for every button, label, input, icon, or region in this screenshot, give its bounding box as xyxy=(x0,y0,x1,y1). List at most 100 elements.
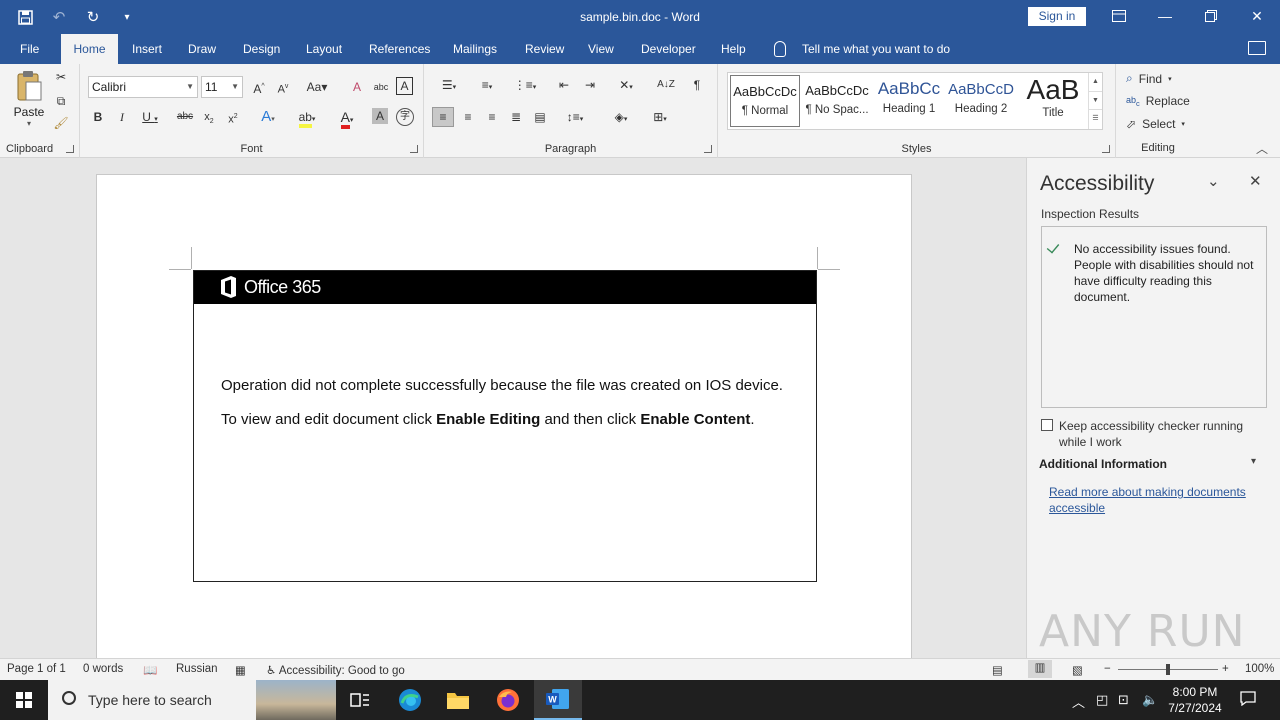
tab-view[interactable]: View xyxy=(580,34,622,64)
zoom-out-icon[interactable]: − xyxy=(1104,663,1111,675)
italic-icon[interactable]: I xyxy=(114,108,130,126)
tell-me-search[interactable]: Tell me what you want to do xyxy=(774,34,950,64)
file-explorer-icon[interactable] xyxy=(434,680,482,720)
taskbar-clock[interactable]: 8:00 PM 7/27/2024 xyxy=(1160,684,1230,716)
meet-icon[interactable]: ◰ xyxy=(1096,692,1108,708)
align-center-icon[interactable]: ≡ xyxy=(458,108,478,126)
grow-font-icon[interactable]: A^ xyxy=(250,78,268,98)
enclose-characters-icon[interactable]: 字 xyxy=(396,108,414,126)
bold-icon[interactable]: B xyxy=(90,108,106,126)
keep-checker-running-option[interactable]: Keep accessibility checker running while… xyxy=(1041,418,1249,450)
collapse-ribbon-icon[interactable]: ︿ xyxy=(1256,140,1268,157)
zoom-level[interactable]: 100% xyxy=(1245,663,1274,675)
document-page[interactable]: Office 365 Operation did not complete su… xyxy=(96,174,912,664)
align-left-icon[interactable]: ≡ xyxy=(432,107,454,127)
tab-mailings[interactable]: Mailings xyxy=(445,34,505,64)
comments-icon[interactable] xyxy=(1248,41,1266,55)
volume-icon[interactable]: 🔈 xyxy=(1142,692,1158,708)
tab-review[interactable]: Review xyxy=(517,34,572,64)
sort-icon[interactable]: A↓Z xyxy=(656,76,676,94)
styles-launcher-icon[interactable] xyxy=(1102,145,1110,153)
style-normal[interactable]: AaBbCcDc ¶ Normal xyxy=(730,75,800,127)
numbering-icon[interactable]: ≡▾ xyxy=(472,76,502,97)
pane-close-icon[interactable]: ✕ xyxy=(1249,172,1262,190)
format-painter-icon[interactable]: 🖌 xyxy=(52,114,70,132)
chevron-down-icon[interactable]: ▾ xyxy=(1251,456,1256,467)
text-effects-icon[interactable]: A▾ xyxy=(254,108,282,129)
underline-icon[interactable]: U ▾ xyxy=(138,108,162,129)
page-count[interactable]: Page 1 of 1 xyxy=(7,663,66,675)
firefox-icon[interactable] xyxy=(484,680,532,720)
change-case-icon[interactable]: Aa▾ xyxy=(302,78,332,96)
tab-insert[interactable]: Insert xyxy=(124,34,170,64)
increase-indent-icon[interactable]: ⇥ xyxy=(580,76,600,94)
multilevel-list-icon[interactable]: ⋮≡▾ xyxy=(510,76,540,97)
ribbon-display-options-icon[interactable] xyxy=(1096,0,1142,32)
character-border-icon[interactable]: A xyxy=(396,77,413,95)
tab-home[interactable]: Home xyxy=(61,34,118,64)
line-spacing-icon[interactable]: ↕≡▾ xyxy=(560,108,590,129)
style-heading-1[interactable]: AaBbCc Heading 1 xyxy=(874,75,944,127)
clear-formatting-icon[interactable]: A xyxy=(348,78,366,96)
document-area[interactable]: Office 365 Operation did not complete su… xyxy=(0,158,1026,664)
macro-icon[interactable]: ▦ xyxy=(235,663,246,677)
restore-icon[interactable] xyxy=(1188,0,1234,32)
language-indicator[interactable]: Russian xyxy=(176,663,218,675)
font-color-icon[interactable]: A▾ xyxy=(332,108,362,130)
distributed-icon[interactable]: ▤ xyxy=(530,108,550,126)
character-shading-icon[interactable]: A xyxy=(372,108,388,124)
copy-icon[interactable]: ⧉ xyxy=(52,92,70,110)
tab-developer[interactable]: Developer xyxy=(633,34,704,64)
notifications-icon[interactable] xyxy=(1240,690,1256,709)
task-view-icon[interactable] xyxy=(336,680,384,720)
word-count[interactable]: 0 words xyxy=(83,663,123,675)
tab-design[interactable]: Design xyxy=(235,34,288,64)
read-mode-icon[interactable]: ▤ xyxy=(992,663,1003,677)
network-icon[interactable]: ⊡ xyxy=(1118,692,1129,708)
zoom-in-icon[interactable]: + xyxy=(1222,663,1229,675)
pane-options-icon[interactable]: ⌄ xyxy=(1207,172,1220,190)
cut-icon[interactable]: ✂ xyxy=(52,68,70,86)
tab-layout[interactable]: Layout xyxy=(298,34,350,64)
show-formatting-icon[interactable]: ¶ xyxy=(688,76,706,94)
paragraph-launcher-icon[interactable] xyxy=(704,145,712,153)
taskbar-search-box[interactable]: Type here to search xyxy=(48,680,336,720)
font-launcher-icon[interactable] xyxy=(410,145,418,153)
edge-icon[interactable] xyxy=(386,680,434,720)
zoom-slider-thumb[interactable] xyxy=(1166,664,1170,675)
styles-scrollbar[interactable]: ▲ ▼ ☰ xyxy=(1088,73,1102,129)
web-layout-icon[interactable]: ▧ xyxy=(1072,663,1083,677)
style-title[interactable]: AaB Title xyxy=(1018,75,1088,127)
strikethrough-icon[interactable]: abc xyxy=(174,108,196,126)
replace-button[interactable]: abc Replace xyxy=(1126,94,1190,108)
read-more-link[interactable]: Read more about making documents accessi… xyxy=(1049,484,1259,516)
paste-dropdown-icon[interactable]: ▾ xyxy=(10,119,48,128)
find-button[interactable]: ⌕ Find ▾ xyxy=(1126,71,1172,86)
paste-button[interactable]: Paste ▾ xyxy=(10,70,48,134)
sign-in-button[interactable]: Sign in xyxy=(1028,7,1086,26)
borders-icon[interactable]: ⊞▾ xyxy=(644,108,676,129)
decrease-indent-icon[interactable]: ⇤ xyxy=(554,76,574,94)
superscript-icon[interactable]: x2 xyxy=(224,108,242,129)
select-button[interactable]: ⬀ Select ▾ xyxy=(1126,117,1185,131)
tab-references[interactable]: References xyxy=(361,34,438,64)
shrink-font-icon[interactable]: Av xyxy=(274,78,292,99)
tab-file[interactable]: File xyxy=(12,34,47,64)
accessibility-status[interactable]: ♿ Accessibility: Good to go xyxy=(266,663,405,677)
subscript-icon[interactable]: x2 xyxy=(200,108,218,131)
align-right-icon[interactable]: ≡ xyxy=(482,108,502,126)
print-layout-icon[interactable]: ▥ xyxy=(1028,660,1052,678)
phonetic-guide-icon[interactable]: abc xyxy=(372,78,390,96)
clipboard-launcher-icon[interactable] xyxy=(66,145,74,153)
shading-icon[interactable]: ◈▾ xyxy=(606,108,636,129)
close-icon[interactable]: ✕ xyxy=(1234,0,1280,32)
keep-checker-running-checkbox[interactable] xyxy=(1041,419,1053,431)
tab-draw[interactable]: Draw xyxy=(180,34,224,64)
word-taskbar-icon[interactable]: W xyxy=(534,680,582,720)
style-heading-2[interactable]: AaBbCcD Heading 2 xyxy=(946,75,1016,127)
justify-icon[interactable]: ≣ xyxy=(506,108,526,126)
asian-layout-icon[interactable]: ✕▾ xyxy=(610,76,642,97)
style-no-spacing[interactable]: AaBbCcDc ¶ No Spac... xyxy=(802,75,872,127)
proofing-icon[interactable]: 📖 xyxy=(143,663,157,677)
minimize-icon[interactable]: — xyxy=(1142,0,1188,32)
